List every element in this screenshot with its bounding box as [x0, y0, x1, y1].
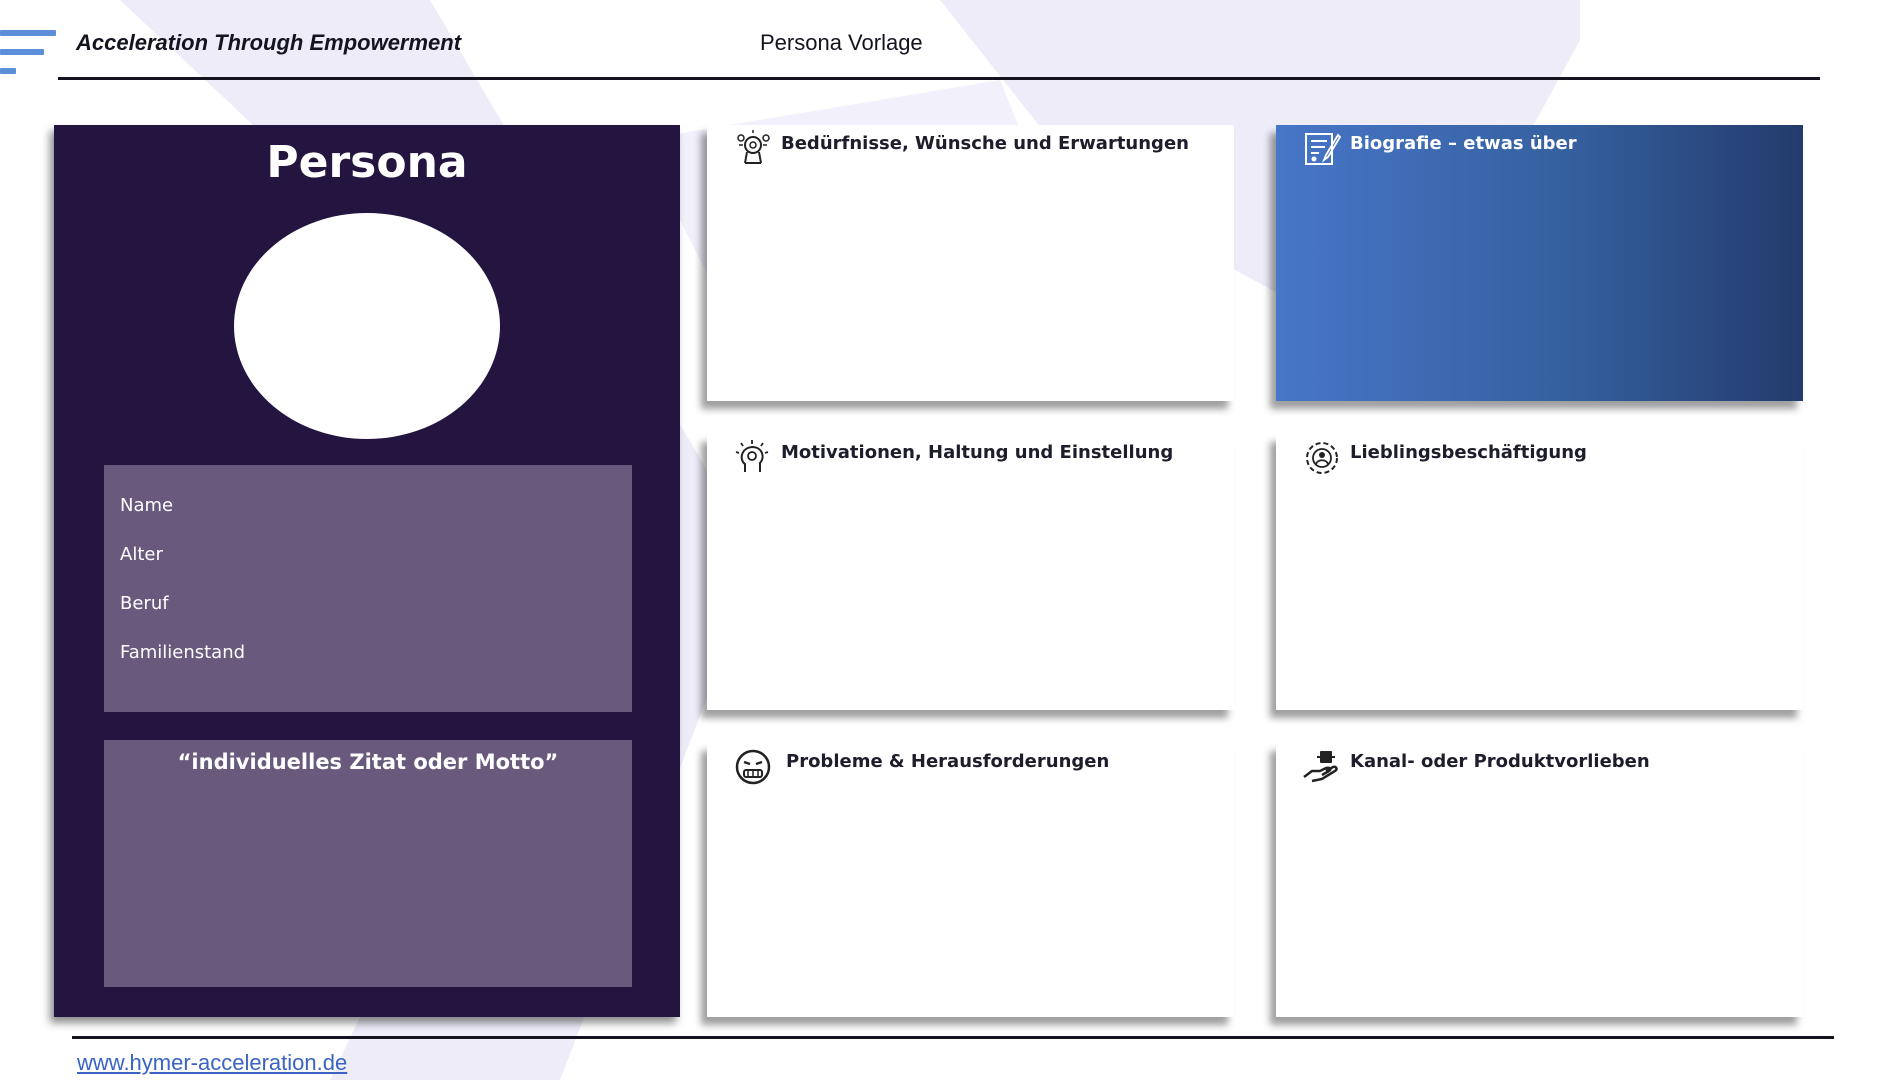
quote-text: “individuelles Zitat oder Motto”	[177, 750, 559, 774]
panel-title-probleme: Probleme & Herausforderungen	[786, 751, 1110, 772]
panel-lieblingsbeschaeftigung[interactable]: Lieblingsbeschäftigung	[1276, 434, 1803, 710]
persona-title: Persona	[266, 137, 468, 188]
website-link[interactable]: www.hymer-acceleration.de	[77, 1050, 347, 1076]
panel-probleme[interactable]: Probleme & Herausforderungen	[707, 743, 1234, 1017]
panel-title-biografie: Biografie – etwas über	[1350, 133, 1577, 154]
hand-product-icon	[1303, 751, 1338, 783]
panel-motivationen[interactable]: Motivationen, Haltung und Einstellung	[707, 434, 1234, 710]
favorite-activity-icon	[1306, 442, 1338, 474]
persona-info-box: Name Alter Beruf Familienstand	[104, 465, 632, 712]
motivation-head-icon	[735, 440, 769, 472]
field-label-name: Name	[120, 495, 174, 516]
panel-biografie[interactable]: Biografie – etwas über	[1276, 125, 1803, 401]
footer-divider	[72, 1036, 1834, 1039]
quote-box[interactable]: “individuelles Zitat oder Motto”	[104, 740, 632, 987]
stressed-face-icon	[735, 749, 771, 785]
panel-beduerfnisse[interactable]: Bedürfnisse, Wünsche und Erwartungen	[707, 125, 1234, 401]
field-label-familienstand: Familienstand	[120, 642, 246, 663]
biography-notepad-icon	[1305, 133, 1342, 165]
brain-gears-icon	[737, 130, 770, 164]
panel-title-beduerfnisse: Bedürfnisse, Wünsche und Erwartungen	[781, 133, 1189, 154]
panel-title-motivationen: Motivationen, Haltung und Einstellung	[781, 442, 1174, 463]
field-label-beruf: Beruf	[120, 593, 169, 614]
panel-title-lieblingsbeschaeftigung: Lieblingsbeschäftigung	[1350, 442, 1587, 463]
menu-lines-icon[interactable]	[0, 30, 56, 80]
field-label-alter: Alter	[120, 544, 163, 565]
header-subtitle: Persona Vorlage	[760, 30, 923, 55]
persona-card: Persona Name Alter Beruf Familienstand “…	[54, 125, 680, 1017]
header-title: Acceleration Through Empowerment	[76, 30, 462, 55]
header-divider	[58, 77, 1820, 80]
avatar-placeholder[interactable]	[234, 213, 500, 439]
panel-title-kanal-produktvorlieben: Kanal- oder Produktvorlieben	[1350, 751, 1650, 772]
panel-kanal-produktvorlieben[interactable]: Kanal- oder Produktvorlieben	[1276, 743, 1803, 1017]
